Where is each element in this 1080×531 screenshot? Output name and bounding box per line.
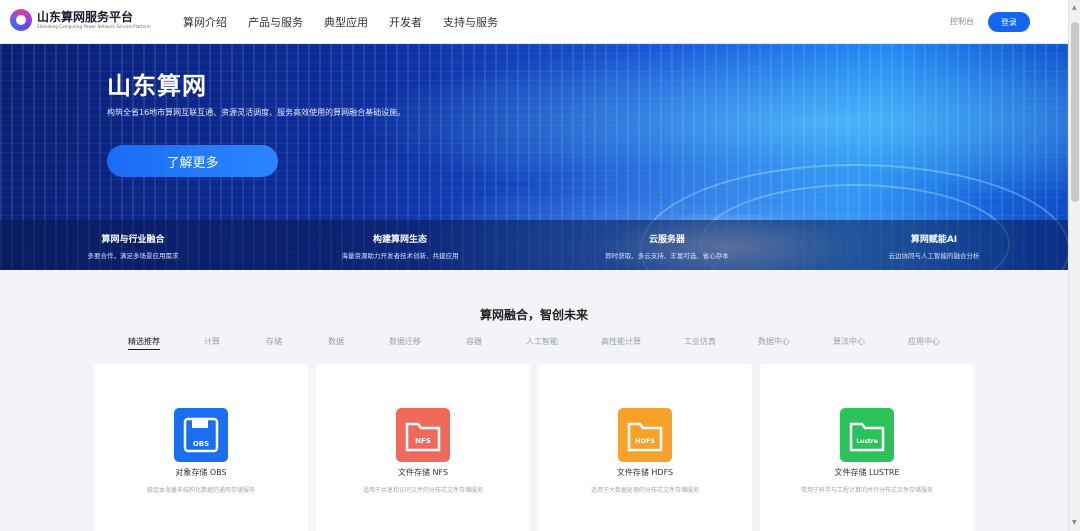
hero-banner: 山东算网 构筑全省16地市算网互联互通、资源灵活调度、服务高效使用的算网融合基础… [0, 44, 1068, 270]
feature-cloud-server[interactable]: 云服务器 即时获取、多云支持、丰富可选、省心存本 [567, 232, 767, 260]
tab-data-center[interactable]: 数据中心 [758, 336, 790, 347]
card-description: 稳定本海量非结构化数据的通用存储服务 [146, 487, 255, 494]
tab-data-migration[interactable]: 数据迁移 [389, 336, 421, 347]
card-title: 对象存储 OBS [175, 468, 227, 477]
tab-featured[interactable]: 精选推荐 [128, 336, 160, 350]
folder-icon: HDFS [618, 408, 672, 462]
nav-item-support[interactable]: 支持与服务 [443, 14, 498, 30]
hero-description: 构筑全省16地市算网互联互通、资源灵活调度、服务高效使用的算网融合基础设施。 [107, 108, 406, 117]
feature-ai[interactable]: 算网赋能AI 云边协同与人工智能的融合分析 [834, 232, 1034, 260]
product-card-hdfs[interactable]: HDFS 文件存储 HDFS 适用于大数据处理的分布式文件存储服务 [538, 364, 752, 531]
card-description: 适用于大数据处理的分布式文件存储服务 [590, 487, 699, 494]
logo-subtitle: Shandong Computing Power Network Service… [37, 24, 151, 29]
tab-hpc[interactable]: 高性能计算 [601, 336, 641, 347]
category-tabs: 精选推荐 计算 存储 数据 数据迁移 容器 人工智能 高性能计算 工业仿真 数据… [0, 336, 1068, 352]
card-title: 文件存储 NFS [397, 468, 449, 477]
product-card-lustre[interactable]: Lustre 文件存储 LUSTRE 常用于科学与工程计算的并行分布式文件存储服… [760, 364, 974, 531]
svg-text:NFS: NFS [415, 437, 431, 445]
product-card-obs[interactable]: OBS 对象存储 OBS 稳定本海量非结构化数据的通用存储服务 [94, 364, 308, 531]
site-logo[interactable]: 山东算网服务平台 Shandong Computing Power Networ… [10, 9, 151, 31]
tab-ai[interactable]: 人工智能 [526, 336, 558, 347]
tab-compute[interactable]: 计算 [204, 336, 220, 347]
card-description: 常用于科学与工程计算的并行分布式文件存储服务 [800, 487, 933, 494]
svg-text:OBS: OBS [193, 440, 209, 448]
login-button[interactable]: 登录 [988, 12, 1030, 32]
logo-mark-icon [10, 9, 32, 31]
card-description: 适用于共享和访问文件的分布式文件存储服务 [362, 487, 483, 494]
tab-container[interactable]: 容器 [466, 336, 482, 347]
floppy-disk-icon: OBS [174, 408, 228, 462]
feature-ecosystem[interactable]: 构建算网生态 海量资源助力开发者技术创新、共建应用 [300, 232, 500, 260]
top-header: 山东算网服务平台 Shandong Computing Power Networ… [0, 0, 1068, 44]
folder-icon: NFS [396, 408, 450, 462]
nav-item-cases[interactable]: 典型应用 [324, 14, 368, 30]
hero-title: 山东算网 [107, 72, 207, 100]
hero-feature-strip: 算网与行业融合 多要合作，满足多场景应用需求 构建算网生态 海量资源助力开发者技… [0, 220, 1068, 270]
tab-industrial-sim[interactable]: 工业仿真 [684, 336, 716, 347]
tab-algorithm-center[interactable]: 算法中心 [833, 336, 865, 347]
logo-title: 山东算网服务平台 [37, 10, 134, 24]
section-title: 算网融合，智创未来 [479, 308, 588, 322]
nav-item-developer[interactable]: 开发者 [389, 14, 422, 30]
tab-storage[interactable]: 存储 [266, 336, 282, 347]
card-title: 文件存储 HDFS [616, 468, 674, 477]
tab-app-center[interactable]: 应用中心 [908, 336, 940, 347]
scrollbar-thumb[interactable] [1071, 22, 1079, 202]
card-title: 文件存储 LUSTRE [834, 468, 900, 477]
folder-icon: Lustre [840, 408, 894, 462]
main-nav: 算网介绍 产品与服务 典型应用 开发者 支持与服务 [183, 14, 519, 30]
svg-text:HDFS: HDFS [635, 437, 655, 445]
feature-industry[interactable]: 算网与行业融合 多要合作，满足多场景应用需求 [33, 232, 233, 260]
learn-more-button[interactable]: 了解更多 [107, 145, 278, 177]
product-card-nfs[interactable]: NFS 文件存储 NFS 适用于共享和访问文件的分布式文件存储服务 [316, 364, 530, 531]
console-link[interactable]: 控制台 [950, 16, 974, 27]
scroll-up-arrow-icon[interactable]: ▲ [1072, 4, 1077, 11]
svg-text:Lustre: Lustre [856, 438, 878, 445]
tab-data[interactable]: 数据 [328, 336, 344, 347]
scroll-down-arrow-icon[interactable]: ▼ [1072, 519, 1077, 526]
nav-item-products[interactable]: 产品与服务 [248, 14, 303, 30]
page-scrollbar[interactable]: ▲ ▼ [1068, 0, 1080, 531]
nav-item-intro[interactable]: 算网介绍 [183, 14, 227, 30]
